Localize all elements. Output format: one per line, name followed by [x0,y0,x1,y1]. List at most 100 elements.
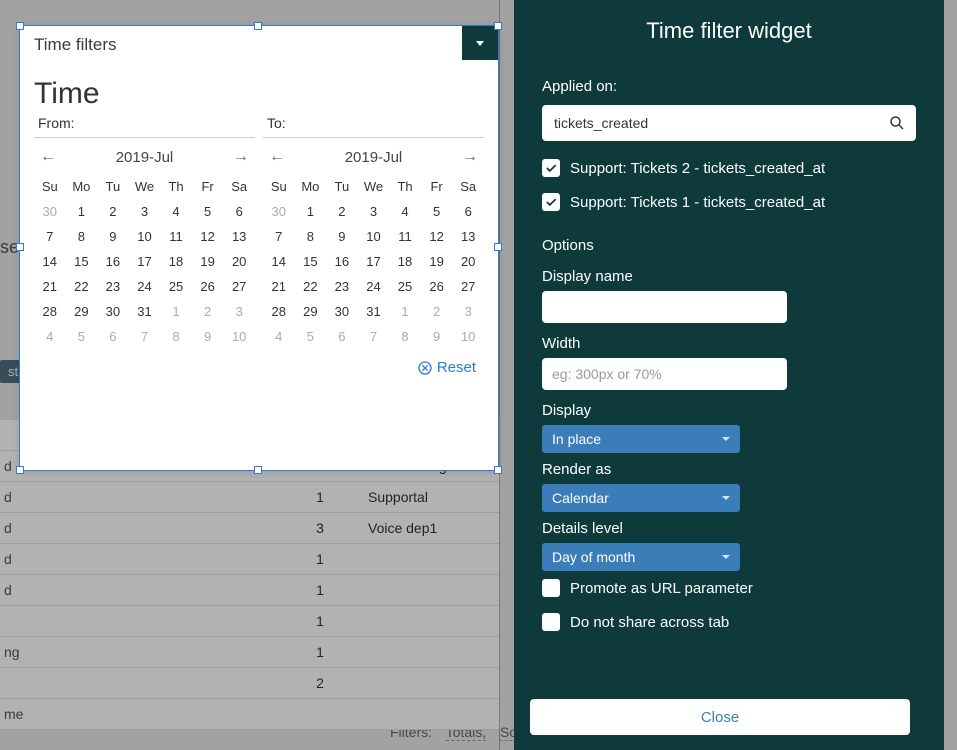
calendar-day[interactable]: 20 [452,249,484,274]
calendar-day[interactable]: 8 [295,224,327,249]
month-label[interactable]: 2019-Jul [116,149,174,166]
display-mode-select[interactable]: In place [542,425,740,453]
calendar-day[interactable]: 22 [66,274,98,299]
applied-on-search-input[interactable] [542,105,916,141]
calendar-day[interactable]: 19 [421,249,453,274]
calendar-day[interactable]: 10 [452,324,484,349]
calendar-day[interactable]: 16 [97,249,129,274]
calendar-day[interactable]: 24 [358,274,390,299]
calendar-day[interactable]: 5 [295,324,327,349]
calendar-day[interactable]: 11 [160,224,192,249]
share-tab-checkbox-row[interactable]: Do not share across tab [542,613,916,631]
calendar-day[interactable]: 13 [223,224,255,249]
calendar-day[interactable]: 31 [129,299,161,324]
calendar-day[interactable]: 26 [192,274,224,299]
calendar-day[interactable]: 10 [129,224,161,249]
calendar-day[interactable]: 12 [192,224,224,249]
calendar-day[interactable]: 27 [452,274,484,299]
calendar-day[interactable]: 15 [295,249,327,274]
calendar-day[interactable]: 2 [326,199,358,224]
calendar-day[interactable]: 18 [389,249,421,274]
calendar-day[interactable]: 29 [66,299,98,324]
checkbox[interactable] [542,159,560,177]
calendar-day[interactable]: 8 [160,324,192,349]
resize-handle[interactable] [494,466,502,474]
calendar-day[interactable]: 21 [263,274,295,299]
calendar-day[interactable]: 6 [326,324,358,349]
calendar-day[interactable]: 17 [358,249,390,274]
next-month-button[interactable]: → [458,148,482,166]
reset-button[interactable]: Reset [20,349,498,376]
calendar-day[interactable]: 6 [223,199,255,224]
calendar-day[interactable]: 23 [326,274,358,299]
calendar-day[interactable]: 11 [389,224,421,249]
calendar-day[interactable]: 7 [34,224,66,249]
resize-handle[interactable] [16,243,24,251]
filter-checkbox-row[interactable]: Support: Tickets 1 - tickets_created_at [542,193,916,211]
resize-handle[interactable] [16,466,24,474]
checkbox[interactable] [542,193,560,211]
calendar-day[interactable]: 7 [263,224,295,249]
display-name-input[interactable] [542,291,787,323]
calendar-day[interactable]: 27 [223,274,255,299]
calendar-day[interactable]: 18 [160,249,192,274]
calendar-day[interactable]: 30 [97,299,129,324]
next-month-button[interactable]: → [229,148,253,166]
calendar-day[interactable]: 3 [452,299,484,324]
resize-handle[interactable] [16,22,24,30]
calendar-day[interactable]: 9 [421,324,453,349]
calendar-day[interactable]: 1 [389,299,421,324]
calendar-day[interactable]: 3 [223,299,255,324]
calendar-day[interactable]: 1 [295,199,327,224]
prev-month-button[interactable]: ← [265,148,289,166]
calendar-day[interactable]: 21 [34,274,66,299]
calendar-day[interactable]: 5 [421,199,453,224]
calendar-day[interactable]: 2 [421,299,453,324]
calendar-day[interactable]: 30 [34,199,66,224]
calendar-day[interactable]: 16 [326,249,358,274]
calendar-day[interactable]: 14 [34,249,66,274]
calendar-day[interactable]: 24 [129,274,161,299]
calendar-day[interactable]: 2 [97,199,129,224]
calendar-day[interactable]: 20 [223,249,255,274]
calendar-day[interactable]: 17 [129,249,161,274]
calendar-day[interactable]: 9 [192,324,224,349]
calendar-day[interactable]: 5 [66,324,98,349]
calendar-day[interactable]: 30 [326,299,358,324]
calendar-day[interactable]: 4 [389,199,421,224]
details-level-select[interactable]: Day of month [542,543,740,571]
calendar-day[interactable]: 23 [97,274,129,299]
promote-url-checkbox-row[interactable]: Promote as URL parameter [542,579,916,597]
prev-month-button[interactable]: ← [36,148,60,166]
calendar-day[interactable]: 4 [263,324,295,349]
calendar-day[interactable]: 1 [66,199,98,224]
render-as-select[interactable]: Calendar [542,484,740,512]
calendar-day[interactable]: 9 [326,224,358,249]
calendar-day[interactable]: 12 [421,224,453,249]
filter-checkbox-row[interactable]: Support: Tickets 2 - tickets_created_at [542,159,916,177]
calendar-day[interactable]: 1 [160,299,192,324]
calendar-day[interactable]: 22 [295,274,327,299]
resize-handle[interactable] [254,22,262,30]
calendar-day[interactable]: 7 [129,324,161,349]
calendar-day[interactable]: 26 [421,274,453,299]
calendar-day[interactable]: 3 [129,199,161,224]
calendar-day[interactable]: 25 [389,274,421,299]
calendar-day[interactable]: 15 [66,249,98,274]
calendar-day[interactable]: 28 [263,299,295,324]
calendar-day[interactable]: 8 [66,224,98,249]
widget-menu-button[interactable] [462,26,498,60]
checkbox[interactable] [542,613,560,631]
calendar-day[interactable]: 4 [160,199,192,224]
calendar-day[interactable]: 2 [192,299,224,324]
resize-handle[interactable] [494,243,502,251]
calendar-day[interactable]: 3 [358,199,390,224]
calendar-day[interactable]: 7 [358,324,390,349]
resize-handle[interactable] [494,22,502,30]
calendar-day[interactable]: 31 [358,299,390,324]
calendar-day[interactable]: 5 [192,199,224,224]
calendar-day[interactable]: 10 [223,324,255,349]
calendar-day[interactable]: 13 [452,224,484,249]
calendar-day[interactable]: 29 [295,299,327,324]
calendar-day[interactable]: 14 [263,249,295,274]
